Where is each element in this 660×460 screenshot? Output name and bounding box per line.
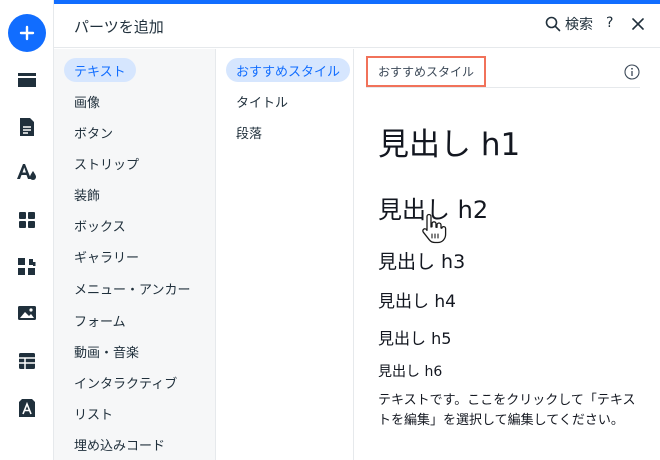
category-list[interactable]: リスト [64, 401, 123, 425]
add-elements-button[interactable] [8, 14, 46, 52]
page-icon [20, 118, 34, 136]
preset-heading-h1[interactable]: 見出し h1 [378, 119, 520, 164]
business-apps-button[interactable] [8, 248, 46, 286]
preset-heading-h3[interactable]: 見出し h3 [378, 247, 465, 274]
apps-icon [19, 212, 35, 228]
category-text[interactable]: テキスト [64, 58, 136, 82]
category-image[interactable]: 画像 [64, 89, 110, 113]
pages-button[interactable] [8, 108, 46, 146]
preset-list: おすすめスタイル 見出し h1 見出し h2 見出し h3 見出し h4 見出し… [354, 49, 660, 460]
preset-paragraph[interactable]: テキストです。ここをクリックして「テキストを編集」を選択して編集してください。 [378, 391, 648, 431]
text-box-icon [19, 399, 35, 417]
media-icon [18, 306, 36, 320]
preset-heading-h5[interactable]: 見出し h5 [378, 325, 451, 349]
section-divider [366, 87, 640, 88]
category-list: テキスト 画像 ボタン ストリップ 装飾 ボックス ギャラリー メニュー・アンカ… [54, 49, 216, 460]
search-icon [545, 16, 561, 32]
puzzle-icon [18, 258, 36, 275]
category-decorative[interactable]: 装飾 [64, 182, 110, 206]
add-icon [19, 25, 35, 41]
category-menu-anchor[interactable]: メニュー・アンカー [64, 276, 200, 300]
left-rail [0, 0, 54, 460]
category-video-music[interactable]: 動画・音楽 [64, 339, 149, 363]
close-icon[interactable] [630, 16, 646, 32]
subcategory-list: おすすめスタイル タイトル 段落 [216, 49, 354, 460]
category-gallery[interactable]: ギャラリー [64, 244, 149, 268]
category-strip[interactable]: ストリップ [64, 151, 149, 175]
preset-heading-h6[interactable]: 見出し h6 [378, 361, 442, 381]
search-label: 検索 [565, 17, 593, 33]
category-form[interactable]: フォーム [64, 308, 136, 332]
panel-header: パーツを追加 検索 ? [54, 4, 660, 48]
subcategory-title[interactable]: タイトル [226, 89, 298, 113]
info-icon[interactable] [624, 64, 640, 80]
menus-button[interactable] [8, 61, 46, 99]
design-button[interactable] [8, 153, 46, 191]
menu-strip-icon [18, 73, 36, 87]
panel-title: パーツを追加 [74, 18, 164, 36]
category-interactive[interactable]: インタラクティブ [64, 370, 187, 394]
search-button[interactable]: 検索 [545, 14, 593, 34]
help-button[interactable]: ? [606, 15, 613, 31]
cms-button[interactable] [8, 342, 46, 380]
subcategory-recommended[interactable]: おすすめスタイル [226, 58, 351, 82]
add-elements-panel: パーツを追加 検索 ? テキスト 画像 ボタン ストリップ 装飾 ボックス ギャ… [54, 0, 660, 460]
category-button[interactable]: ボタン [64, 120, 123, 144]
category-embed-code[interactable]: 埋め込みコード [64, 432, 175, 456]
apps-button[interactable] [8, 201, 46, 239]
table-icon [19, 353, 35, 369]
preset-heading-h4[interactable]: 見出し h4 [378, 287, 456, 312]
subcategory-paragraph[interactable]: 段落 [226, 120, 272, 144]
my-business-button[interactable] [8, 389, 46, 427]
media-button[interactable] [8, 294, 46, 332]
preset-heading-h2[interactable]: 見出し h2 [378, 190, 488, 225]
design-icon [17, 164, 36, 180]
section-label: おすすめスタイル [366, 56, 487, 87]
category-box[interactable]: ボックス [64, 213, 136, 237]
